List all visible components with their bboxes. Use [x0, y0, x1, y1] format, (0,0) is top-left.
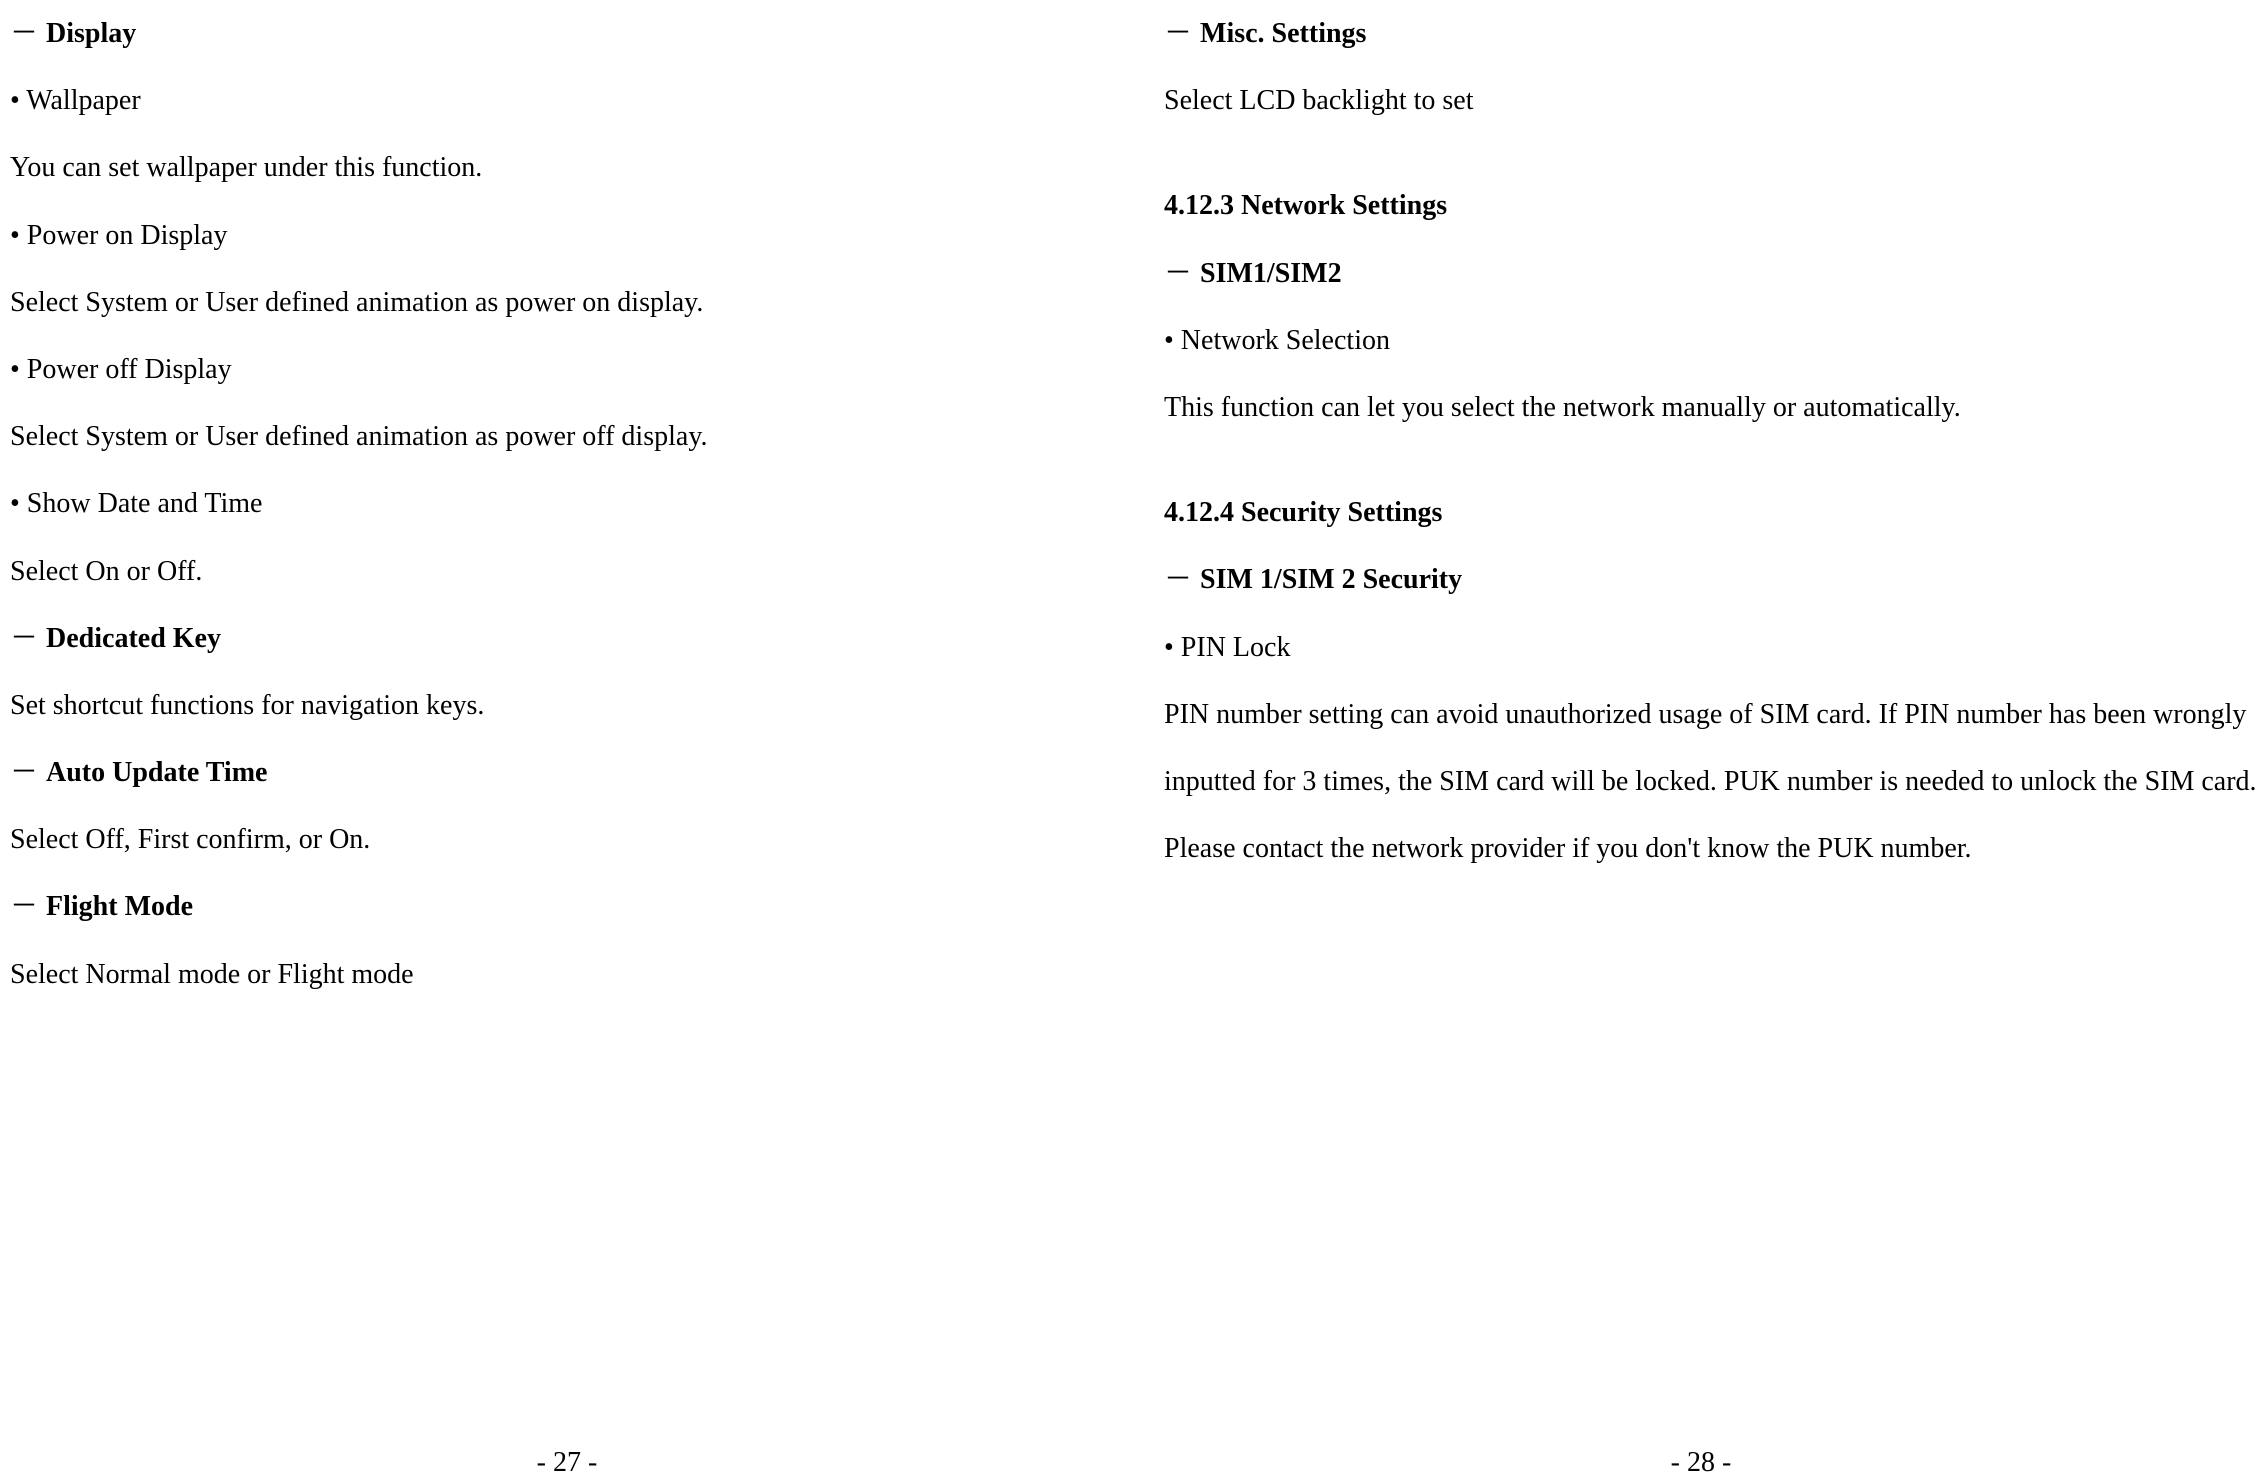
left-content: － Display • Wallpaper You can set wallpap…	[10, 0, 1104, 1484]
spacer	[1164, 441, 2258, 479]
dash-icon: －	[10, 757, 38, 788]
dash-icon: －	[1164, 258, 1192, 289]
poweron-bullet: • Power on Display	[10, 202, 1104, 269]
misc-text: Select LCD backlight to set	[1164, 67, 2258, 134]
sim-heading: － SIM1/SIM2	[1164, 240, 2258, 307]
dash-icon: －	[10, 623, 38, 654]
security-section-heading: 4.12.4 Security Settings	[1164, 479, 2258, 546]
pin-bullet: • PIN Lock	[1164, 614, 2258, 681]
right-content: － Misc. Settings Select LCD backlight to …	[1164, 0, 2258, 1484]
sim-heading-text: SIM1/SIM2	[1200, 258, 1342, 289]
left-page-number: - 27 -	[0, 1447, 1134, 1479]
flight-heading: － Flight Mode	[10, 873, 1104, 940]
simsec-heading: － SIM 1/SIM 2 Security	[1164, 546, 2258, 613]
autoupdate-heading-text: Auto Update Time	[46, 757, 267, 788]
poweroff-text: Select System or User defined animation …	[10, 403, 1104, 470]
autoupdate-heading: － Auto Update Time	[10, 739, 1104, 806]
misc-heading: － Misc. Settings	[1164, 0, 2258, 67]
autoupdate-text: Select Off, First confirm, or On.	[10, 806, 1104, 873]
dedicated-heading-text: Dedicated Key	[46, 623, 221, 654]
display-heading: － Display	[10, 0, 1104, 67]
pin-text: PIN number setting can avoid unauthorize…	[1164, 681, 2258, 883]
spacer	[1164, 134, 2258, 172]
showdate-text: Select On or Off.	[10, 538, 1104, 605]
dedicated-text: Set shortcut functions for navigation ke…	[10, 672, 1104, 739]
simsec-heading-text: SIM 1/SIM 2 Security	[1200, 564, 1462, 595]
network-bullet: • Network Selection	[1164, 307, 2258, 374]
dash-icon: －	[1164, 564, 1192, 595]
dedicated-heading: － Dedicated Key	[10, 605, 1104, 672]
right-page: － Misc. Settings Select LCD backlight to …	[1134, 0, 2268, 1484]
misc-heading-text: Misc. Settings	[1200, 18, 1366, 49]
network-section-heading: 4.12.3 Network Settings	[1164, 172, 2258, 239]
flight-text: Select Normal mode or Flight mode	[10, 941, 1104, 1008]
flight-heading-text: Flight Mode	[46, 891, 193, 922]
network-text: This function can let you select the net…	[1164, 374, 2258, 441]
left-page: － Display • Wallpaper You can set wallpap…	[0, 0, 1134, 1484]
poweron-text: Select System or User defined animation …	[10, 269, 1104, 336]
dash-icon: －	[10, 18, 38, 49]
dash-icon: －	[1164, 18, 1192, 49]
display-heading-text: Display	[46, 18, 136, 49]
poweroff-bullet: • Power off Display	[10, 336, 1104, 403]
wallpaper-text: You can set wallpaper under this functio…	[10, 134, 1104, 201]
right-page-number: - 28 -	[1134, 1447, 2268, 1479]
dash-icon: －	[10, 891, 38, 922]
wallpaper-bullet: • Wallpaper	[10, 67, 1104, 134]
showdate-bullet: • Show Date and Time	[10, 470, 1104, 537]
